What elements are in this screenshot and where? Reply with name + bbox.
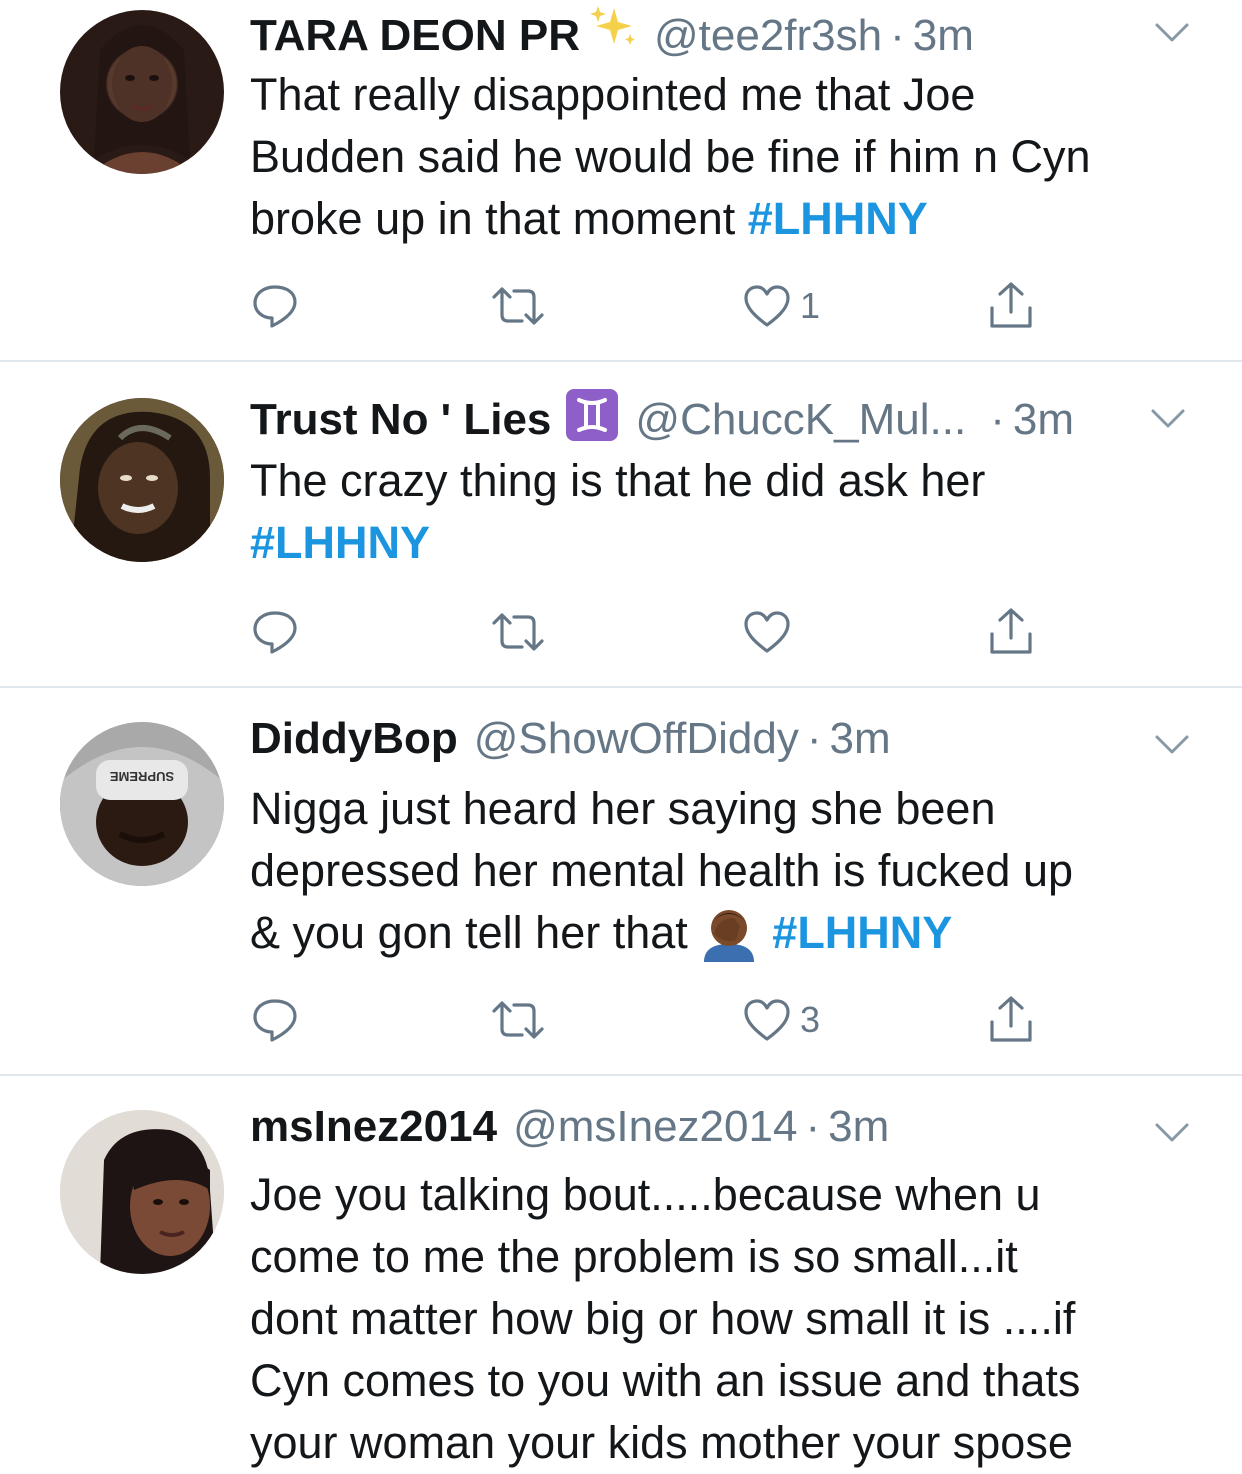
reply-icon xyxy=(253,285,297,328)
share-icon xyxy=(990,996,1032,1042)
tweet-text: Joe you talking bout.....because when u … xyxy=(250,1164,1210,1474)
retweet-icon xyxy=(492,613,544,651)
timestamp[interactable]: 3m xyxy=(913,11,974,61)
timestamp[interactable]: 3m xyxy=(828,1102,889,1152)
reply-button[interactable] xyxy=(250,602,300,662)
separator-dot: · xyxy=(805,1102,821,1151)
separator-dot: · xyxy=(990,395,1005,444)
tweet[interactable]: TARA DEON PR @tee2fr3sh · 3m That really… xyxy=(0,0,1242,362)
heart-icon xyxy=(744,611,790,653)
hashtag-link[interactable]: #LHHNY xyxy=(748,193,928,244)
share-button[interactable] xyxy=(986,276,1036,336)
hashtag-link[interactable]: #LHHNY xyxy=(250,517,430,568)
heart-icon xyxy=(744,285,790,327)
like-count: 1 xyxy=(800,285,821,326)
like-button[interactable]: 1 xyxy=(742,276,820,336)
avatar[interactable] xyxy=(60,1110,224,1274)
avatar-image xyxy=(60,398,224,562)
share-button[interactable] xyxy=(986,602,1036,662)
like-button[interactable] xyxy=(742,602,792,662)
display-name[interactable]: msInez2014 xyxy=(250,1102,497,1152)
timestamp[interactable]: 3m xyxy=(1013,395,1074,445)
tweet-text-line: That really disappointed me that Joe xyxy=(250,69,976,120)
avatar-image xyxy=(60,1110,224,1274)
tweet-text-line: Nigga just heard her saying she been xyxy=(250,783,996,834)
reply-icon xyxy=(253,999,297,1042)
hashtag-link[interactable]: #LHHNY xyxy=(772,902,952,964)
chevron-down-icon[interactable] xyxy=(1154,1122,1190,1144)
tweet-actions: 1 xyxy=(250,276,1050,336)
separator-dot: · xyxy=(890,11,905,60)
tweet-text-line: dont matter how big or how small it is .… xyxy=(250,1293,1076,1344)
reply-icon xyxy=(253,611,297,654)
tweet[interactable]: msInez2014 @msInez2014 · 3m Joe you talk… xyxy=(0,1076,1242,1469)
share-icon xyxy=(990,282,1032,328)
chevron-down-icon[interactable] xyxy=(1154,734,1190,756)
tweet-header: msInez2014 @msInez2014 · 3m xyxy=(250,1102,889,1162)
tweet-text-line: broke up in that moment #LHHNY xyxy=(250,188,1210,250)
user-handle[interactable]: @ShowOffDiddy xyxy=(474,714,799,764)
display-name[interactable]: DiddyBop xyxy=(250,714,458,764)
tweet-text-line: Budden said he would be fine if him n Cy… xyxy=(250,131,1091,182)
tweet-text: The crazy thing is that he did ask her #… xyxy=(250,450,1210,574)
tweet-header: TARA DEON PR @tee2fr3sh · 3m xyxy=(250,2,974,62)
tweet-text: Nigga just heard her saying she been dep… xyxy=(250,778,1210,964)
tweet-header: Trust No ' Lies @ChuccK_Mul... · 3m xyxy=(250,388,1074,448)
chevron-down-icon[interactable] xyxy=(1154,22,1190,44)
sparkles-icon xyxy=(586,2,638,61)
like-button[interactable]: 3 xyxy=(742,990,820,1050)
tweet[interactable]: SUPREME DiddyBop @ShowOffDiddy · 3m Nigg… xyxy=(0,688,1242,1076)
avatar[interactable] xyxy=(60,398,224,562)
avatar-image xyxy=(90,25,194,174)
reply-button[interactable] xyxy=(250,276,300,336)
tweet-text-line: come to me the problem is so small...it xyxy=(250,1231,1018,1282)
share-button[interactable] xyxy=(986,990,1036,1050)
avatar[interactable]: SUPREME xyxy=(60,722,224,886)
tweet-text-line: Cyn comes to you with an issue and thats xyxy=(250,1355,1081,1406)
chevron-down-icon[interactable] xyxy=(1150,408,1186,430)
display-name[interactable]: Trust No ' Lies xyxy=(250,395,551,445)
avatar-image: SUPREME xyxy=(60,722,224,886)
retweet-icon xyxy=(492,1001,544,1039)
tweet-text-line: depressed her mental health is fucked up xyxy=(250,845,1074,896)
like-count: 3 xyxy=(800,999,821,1040)
tweet-actions xyxy=(250,602,1050,662)
gemini-icon xyxy=(565,388,619,445)
tweet[interactable]: Trust No ' Lies @ChuccK_Mul... · 3m The … xyxy=(0,362,1242,688)
user-handle[interactable]: @tee2fr3sh xyxy=(654,11,882,61)
tweet-text-segment: broke up in that moment xyxy=(250,193,748,244)
avatar[interactable] xyxy=(60,10,224,174)
tweet-actions: 3 xyxy=(250,990,1050,1050)
retweet-button[interactable] xyxy=(490,990,546,1050)
tweet-text-line: #LHHNY xyxy=(250,512,1210,574)
separator-dot: · xyxy=(806,714,822,763)
retweet-button[interactable] xyxy=(490,602,546,662)
reply-button[interactable] xyxy=(250,990,300,1050)
timestamp[interactable]: 3m xyxy=(830,714,891,764)
tweet-header: DiddyBop @ShowOffDiddy · 3m xyxy=(250,714,891,774)
retweet-icon xyxy=(492,287,544,325)
heart-icon xyxy=(744,999,790,1041)
user-handle[interactable]: @msInez2014 xyxy=(513,1102,797,1152)
retweet-button[interactable] xyxy=(490,276,554,336)
share-icon xyxy=(990,608,1032,654)
avatar-hat-text: SUPREME xyxy=(110,769,175,784)
user-handle[interactable]: @ChuccK_Mul... xyxy=(635,395,966,445)
tweet-text-line: Joe you talking bout.....because when u xyxy=(250,1169,1041,1220)
tweet-text-line: The crazy thing is that he did ask her xyxy=(250,455,986,506)
face-palm-icon xyxy=(700,904,758,962)
tweet-text-line: & you gon tell her that #LHHNY xyxy=(250,902,1210,964)
tweet-text: That really disappointed me that Joe Bud… xyxy=(250,64,1210,250)
tweet-text-segment: & you gon tell her that xyxy=(250,907,701,958)
tweet-text-line: your woman your kids mother your spose xyxy=(250,1417,1073,1468)
display-name[interactable]: TARA DEON PR xyxy=(250,11,580,61)
